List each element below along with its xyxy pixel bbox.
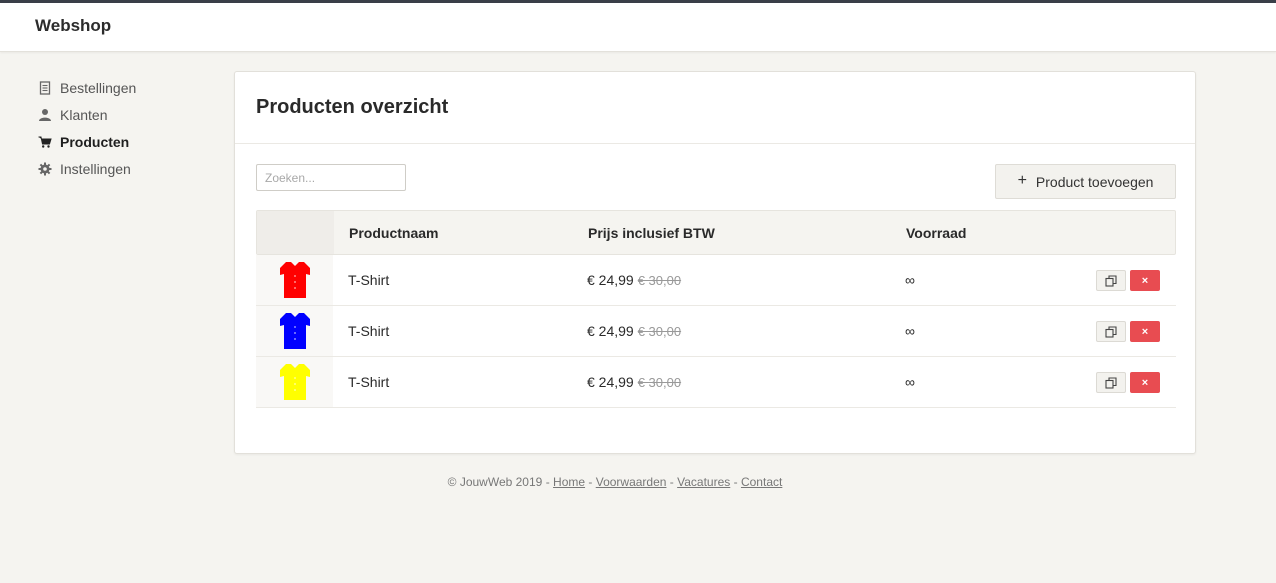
add-product-button[interactable]: + Product toevoegen bbox=[995, 164, 1176, 199]
sidebar-item-bestellingen[interactable]: Bestellingen bbox=[38, 74, 218, 101]
search-input[interactable] bbox=[256, 164, 406, 191]
old-price: € 30,00 bbox=[637, 375, 682, 390]
table-row[interactable]: T-Shirt € 24,99 € 30,00 ∞ × bbox=[256, 357, 1176, 408]
column-header-prijs: Prijs inclusief BTW bbox=[588, 225, 715, 241]
close-icon: × bbox=[1141, 376, 1149, 389]
current-price: € 24,99 bbox=[587, 323, 634, 339]
close-icon: × bbox=[1141, 325, 1149, 338]
image-column-header bbox=[257, 211, 334, 254]
delete-button[interactable]: × bbox=[1130, 372, 1160, 393]
tshirt-icon bbox=[279, 364, 310, 400]
card-header: Producten overzicht bbox=[235, 72, 1195, 144]
footer-separator: - bbox=[588, 475, 593, 489]
sidebar-item-label: Klanten bbox=[60, 106, 108, 123]
old-price: € 30,00 bbox=[637, 273, 682, 288]
duplicate-button[interactable] bbox=[1096, 270, 1126, 291]
footer-separator: - bbox=[545, 475, 550, 489]
copy-icon bbox=[1105, 274, 1117, 287]
product-name: T-Shirt bbox=[348, 374, 390, 390]
sidebar-item-klanten[interactable]: Klanten bbox=[38, 101, 218, 128]
add-product-label: Product toevoegen bbox=[1035, 173, 1154, 190]
plus-icon: + bbox=[1017, 171, 1027, 189]
copy-icon bbox=[1105, 376, 1117, 389]
product-price: € 24,99 € 30,00 bbox=[587, 272, 681, 288]
product-stock: ∞ bbox=[905, 323, 915, 339]
current-price: € 24,99 bbox=[587, 374, 634, 390]
sidebar-item-label: Instellingen bbox=[60, 160, 131, 177]
sidebar-item-producten[interactable]: Producten bbox=[38, 128, 218, 155]
brand-title: Webshop bbox=[35, 16, 112, 35]
cart-icon bbox=[38, 135, 52, 149]
footer: © JouwWeb 2019 - Home - Voorwaarden - Va… bbox=[0, 475, 1230, 489]
product-stock: ∞ bbox=[905, 374, 915, 390]
table-row[interactable]: T-Shirt € 24,99 € 30,00 ∞ × bbox=[256, 306, 1176, 357]
product-price: € 24,99 € 30,00 bbox=[587, 323, 681, 339]
product-thumbnail[interactable] bbox=[256, 306, 333, 356]
product-price: € 24,99 € 30,00 bbox=[587, 374, 681, 390]
column-header-voorraad: Voorraad bbox=[906, 225, 967, 241]
products-table: Productnaam Prijs inclusief BTW Voorraad… bbox=[256, 210, 1176, 408]
user-icon bbox=[38, 108, 52, 122]
footer-link-contact[interactable]: Contact bbox=[741, 475, 782, 489]
copy-icon bbox=[1105, 325, 1117, 338]
product-name: T-Shirt bbox=[348, 323, 390, 339]
table-header: Productnaam Prijs inclusief BTW Voorraad bbox=[256, 210, 1176, 255]
product-name: T-Shirt bbox=[348, 272, 390, 288]
product-thumbnail[interactable] bbox=[256, 255, 333, 305]
copyright-text: © JouwWeb 2019 bbox=[447, 475, 543, 489]
old-price: € 30,00 bbox=[637, 324, 682, 339]
footer-link-vacatures[interactable]: Vacatures bbox=[677, 475, 730, 489]
top-header: Webshop bbox=[0, 3, 1276, 52]
column-header-productnaam: Productnaam bbox=[349, 225, 439, 241]
sidebar-nav: Bestellingen Klanten Producten Instellin… bbox=[38, 74, 218, 182]
sidebar-item-label: Bestellingen bbox=[60, 79, 137, 96]
footer-separator: - bbox=[733, 475, 738, 489]
duplicate-button[interactable] bbox=[1096, 321, 1126, 342]
tshirt-icon bbox=[279, 262, 310, 298]
page-title: Producten overzicht bbox=[256, 96, 449, 118]
sidebar-item-label: Producten bbox=[60, 133, 130, 150]
products-card: Producten overzicht + Product toevoegen … bbox=[234, 71, 1196, 454]
footer-link-voorwaarden[interactable]: Voorwaarden bbox=[596, 475, 667, 489]
current-price: € 24,99 bbox=[587, 272, 634, 288]
document-icon bbox=[38, 80, 52, 95]
delete-button[interactable]: × bbox=[1130, 321, 1160, 342]
product-stock: ∞ bbox=[905, 272, 915, 288]
sidebar-item-instellingen[interactable]: Instellingen bbox=[38, 155, 218, 182]
footer-separator: - bbox=[669, 475, 674, 489]
footer-link-home[interactable]: Home bbox=[553, 475, 585, 489]
duplicate-button[interactable] bbox=[1096, 372, 1126, 393]
tshirt-icon bbox=[279, 313, 310, 349]
close-icon: × bbox=[1141, 274, 1149, 287]
delete-button[interactable]: × bbox=[1130, 270, 1160, 291]
product-thumbnail[interactable] bbox=[256, 357, 333, 407]
gear-icon bbox=[38, 162, 52, 176]
table-row[interactable]: T-Shirt € 24,99 € 30,00 ∞ × bbox=[256, 255, 1176, 306]
